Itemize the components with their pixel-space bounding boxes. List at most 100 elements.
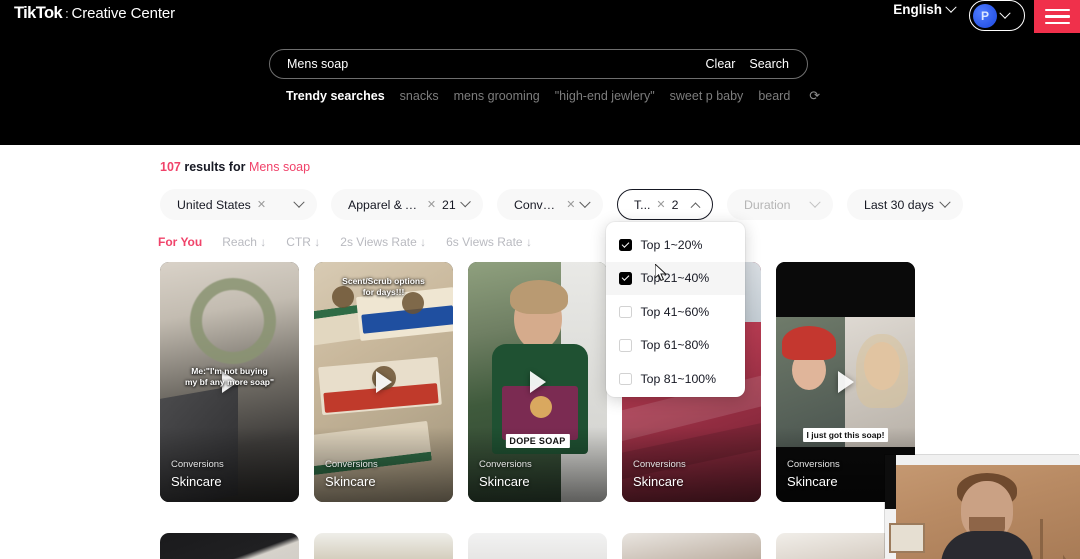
sort-label: CTR	[286, 235, 311, 249]
brand-separator: :	[65, 6, 69, 21]
clear-icon[interactable]: ✕	[427, 198, 436, 211]
search-bar[interactable]: Clear Search	[269, 49, 808, 79]
video-meta: Conversions Skincare	[633, 459, 686, 489]
caption-line: my bf any more soap"	[184, 377, 275, 388]
video-caption-box: DOPE SOAP	[505, 434, 570, 448]
clear-icon[interactable]: ✕	[566, 198, 575, 211]
dropdown-option-top-1-20[interactable]: Top 1~20%	[606, 228, 745, 262]
video-industry: Skincare	[325, 474, 376, 489]
video-card[interactable]	[622, 533, 761, 559]
filter-count: 21	[442, 197, 456, 212]
refresh-icon[interactable]: ⟳	[809, 88, 820, 104]
video-industry: Skincare	[171, 474, 222, 489]
sort-label: 6s Views Rate	[446, 235, 523, 249]
hamburger-icon-line	[1044, 8, 1070, 12]
sort-tab-ctr[interactable]: CTR ↓	[286, 235, 320, 249]
dropdown-option-top-61-80[interactable]: Top 61~80%	[606, 329, 745, 363]
hamburger-menu-button[interactable]	[1034, 0, 1080, 33]
sort-tab-6s-views-rate[interactable]: 6s Views Rate ↓	[446, 235, 532, 249]
video-objective: Conversions	[325, 459, 378, 470]
video-card[interactable]	[160, 533, 299, 559]
video-card[interactable]	[468, 533, 607, 559]
results-query: Mens soap	[248, 160, 311, 174]
chevron-down-icon	[809, 196, 821, 208]
filter-bar: United States ✕ Apparel & Ac... ✕ 21 Con…	[160, 189, 963, 220]
chevron-down-icon	[579, 196, 591, 208]
filter-label: T...	[634, 197, 651, 212]
video-objective: Conversions	[479, 459, 532, 470]
checkbox-icon[interactable]	[619, 272, 632, 285]
trendy-search-item[interactable]: beard	[758, 89, 790, 103]
play-icon[interactable]	[375, 371, 392, 393]
video-card[interactable]	[314, 533, 453, 559]
trendy-search-item[interactable]: mens grooming	[454, 89, 540, 103]
video-meta: Conversions Skincare	[171, 459, 224, 489]
trendy-search-item[interactable]: snacks	[400, 89, 439, 103]
checkbox-icon[interactable]	[619, 238, 632, 251]
filter-chip-objective[interactable]: Conver... ✕	[497, 189, 603, 220]
language-selector[interactable]: English	[893, 1, 957, 17]
sort-tabs: For You Reach ↓ CTR ↓ 2s Views Rate ↓ 6s…	[158, 235, 532, 249]
sort-arrow-icon: ↓	[314, 235, 321, 249]
results-count: 107	[160, 160, 181, 174]
clear-icon[interactable]: ✕	[257, 198, 266, 211]
checkbox-icon[interactable]	[619, 305, 632, 318]
chevron-down-icon	[459, 196, 471, 208]
clear-icon[interactable]: ✕	[656, 198, 665, 211]
video-caption: Me:"I'm not buying my bf any more soap"	[167, 366, 292, 389]
sort-tab-2s-views-rate[interactable]: 2s Views Rate ↓	[340, 235, 426, 249]
filter-label: Conver...	[514, 197, 561, 212]
chevron-down-icon	[293, 196, 305, 208]
chevron-up-icon	[690, 202, 701, 213]
video-card[interactable]: Scent/Scrub options for days!!! Conversi…	[314, 262, 453, 502]
brand-logo[interactable]: TikTok : Creative Center	[14, 4, 175, 23]
filter-chip-duration[interactable]: Duration	[727, 189, 833, 220]
filter-chip-top-ads[interactable]: T... ✕ 2	[617, 189, 713, 220]
person-torso	[941, 531, 1033, 559]
top-ads-dropdown-panel: Top 1~20% Top 21~40% Top 41~60% Top 61~8…	[606, 222, 745, 397]
video-card[interactable]: DOPE SOAP Conversions Skincare	[468, 262, 607, 502]
video-objective: Conversions	[171, 459, 224, 470]
account-menu[interactable]: P	[969, 0, 1025, 31]
caption-line: Me:"I'm not buying	[191, 366, 268, 376]
chevron-down-icon	[999, 7, 1011, 19]
video-caption: Scent/Scrub options for days!!!	[321, 276, 446, 299]
avatar: P	[973, 3, 997, 28]
brand-creative-center-text: Creative Center	[71, 5, 176, 22]
video-caption-box: I just got this soap!	[802, 428, 889, 442]
video-card[interactable]: Me:"I'm not buying my bf any more soap" …	[160, 262, 299, 502]
page-root: TikTok : Creative Center English P Clear…	[0, 0, 1080, 559]
search-submit-button[interactable]: Search	[749, 57, 789, 71]
filter-chip-region[interactable]: United States ✕	[160, 189, 317, 220]
sort-tab-for-you[interactable]: For You	[158, 235, 202, 249]
sort-tab-reach[interactable]: Reach ↓	[222, 235, 266, 249]
chevron-down-icon	[939, 196, 951, 208]
video-objective: Conversions	[787, 459, 840, 470]
hamburger-icon-line	[1044, 15, 1070, 18]
filter-chip-date-range[interactable]: Last 30 days	[847, 189, 963, 220]
checkbox-icon[interactable]	[619, 372, 632, 385]
checkbox-icon[interactable]	[619, 339, 632, 352]
lamp-decor	[1030, 513, 1064, 559]
dropdown-option-label: Top 41~60%	[640, 304, 710, 319]
results-summary: 107 results for Mens soap	[160, 160, 310, 174]
video-meta: Conversions Skincare	[479, 459, 532, 489]
dropdown-option-label: Top 1~20%	[640, 237, 703, 252]
caption-line: for days!!!	[362, 287, 405, 298]
clear-search-button[interactable]: Clear	[706, 57, 736, 71]
trendy-search-item[interactable]: sweet p baby	[670, 89, 744, 103]
dropdown-option-top-81-100[interactable]: Top 81~100%	[606, 362, 745, 396]
dropdown-option-top-21-40[interactable]: Top 21~40%	[606, 261, 745, 295]
trendy-search-item[interactable]: "high-end jewlery"	[555, 89, 655, 103]
play-icon[interactable]	[529, 371, 546, 393]
dropdown-option-top-41-60[interactable]: Top 41~60%	[606, 295, 745, 329]
video-objective: Conversions	[633, 459, 686, 470]
filter-chip-industry[interactable]: Apparel & Ac... ✕ 21	[331, 189, 483, 220]
dropdown-option-label: Top 61~80%	[640, 338, 710, 353]
search-input[interactable]	[270, 57, 706, 71]
dropdown-option-label: Top 21~40%	[640, 271, 710, 286]
sort-arrow-icon: ↓	[260, 235, 267, 249]
filter-count: 2	[671, 197, 679, 212]
sort-arrow-icon: ↓	[525, 235, 532, 249]
play-icon[interactable]	[837, 371, 854, 393]
